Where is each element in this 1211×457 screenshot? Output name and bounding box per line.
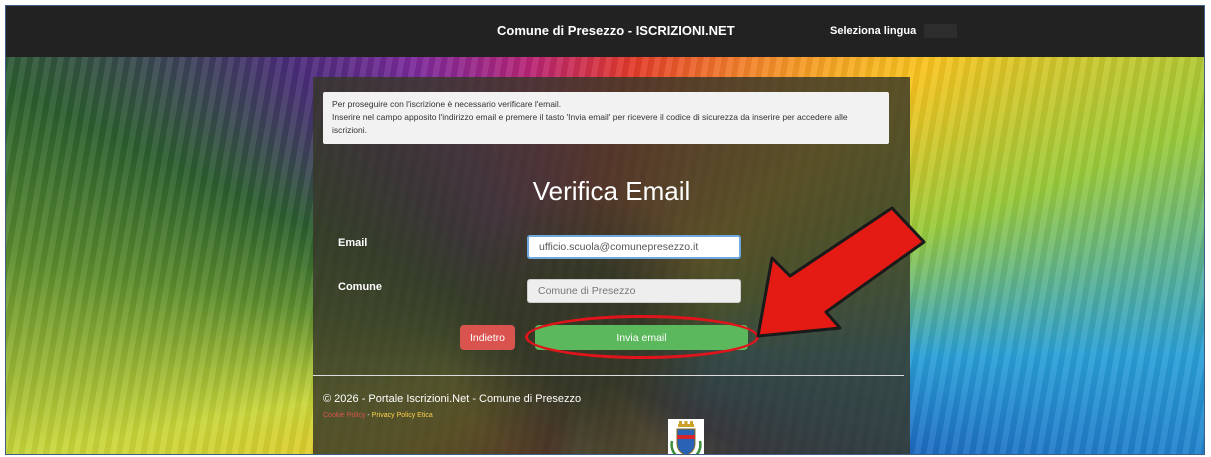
municipal-crest-icon (668, 419, 704, 454)
info-notice: Per proseguire con l'iscrizione è necess… (323, 92, 889, 144)
footer-copyright: © 2026 - Portale Iscrizioni.Net - Comune… (323, 393, 582, 405)
privacy-policy-link[interactable]: Privacy Policy Etica (372, 412, 433, 419)
comune-label: Comune (338, 281, 382, 293)
notice-line-2: Inserire nel campo apposito l'indirizzo … (332, 112, 848, 135)
red-arrow-icon (756, 206, 926, 338)
top-navbar: Comune di Presezzo - ISCRIZIONI.NET Sele… (6, 6, 1204, 57)
footer-divider (313, 375, 904, 376)
email-label: Email (338, 237, 368, 249)
browser-viewport: Comune di Presezzo - ISCRIZIONI.NET Sele… (5, 5, 1205, 455)
language-dropdown[interactable] (924, 24, 957, 38)
cookie-policy-link[interactable]: Cookie Policy (323, 412, 365, 419)
language-selector-label[interactable]: Seleziona lingua (830, 25, 916, 37)
email-input[interactable] (527, 235, 741, 259)
site-title[interactable]: Comune di Presezzo - ISCRIZIONI.NET (497, 23, 735, 38)
footer-links: Cookie Policy - Privacy Policy Etica (323, 412, 433, 419)
send-email-button[interactable]: Invia email (535, 325, 748, 350)
notice-line-1: Per proseguire con l'iscrizione è necess… (332, 99, 562, 109)
comune-input (527, 279, 741, 303)
back-button[interactable]: Indietro (460, 325, 515, 350)
footer-link-separator: - (367, 412, 370, 419)
